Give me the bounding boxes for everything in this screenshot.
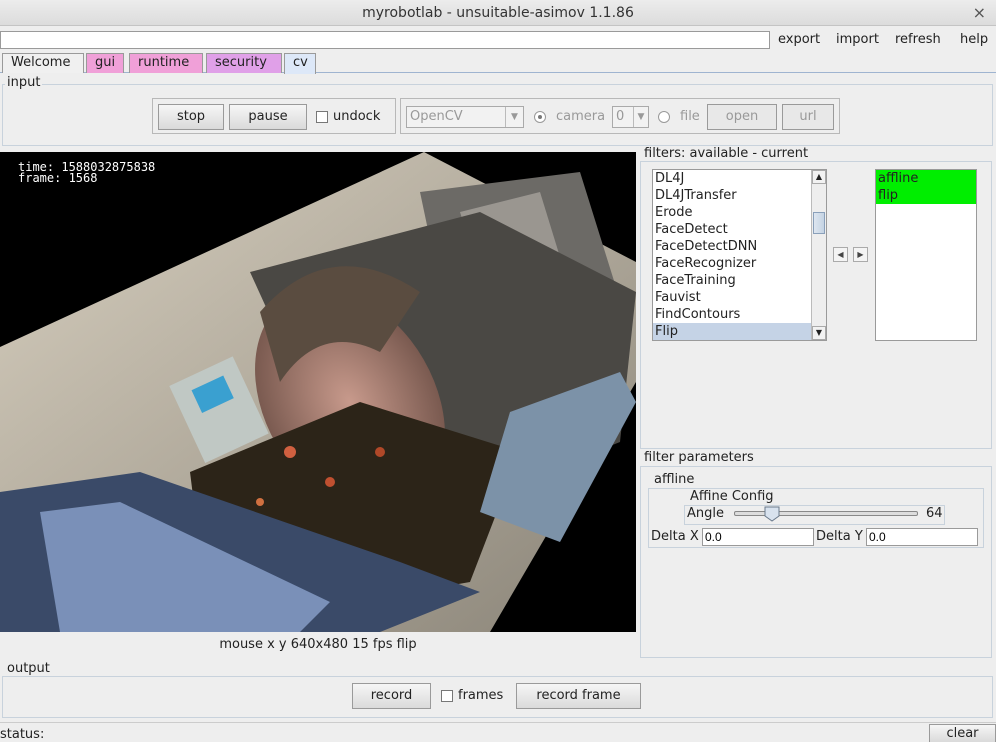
add-filter-icon[interactable]: ▶ — [853, 247, 868, 262]
menu-export[interactable]: export — [778, 32, 820, 47]
affline-title: affline — [652, 472, 697, 487]
clear-button[interactable]: clear — [929, 724, 996, 742]
tab-runtime[interactable]: runtime — [129, 53, 203, 73]
available-filters-list[interactable]: DL4J DL4JTransfer Erode FaceDetect FaceDetec… — [652, 169, 827, 341]
current-filters-list[interactable]: affline flip — [875, 169, 977, 341]
filter-item[interactable]: FaceRecognizer — [653, 255, 811, 272]
close-icon[interactable]: × — [973, 0, 986, 26]
filter-item[interactable]: Flip — [653, 323, 811, 340]
status-label: status: — [0, 727, 45, 742]
delta-x-field[interactable] — [702, 528, 814, 546]
record-button[interactable]: record — [352, 683, 431, 709]
open-button[interactable]: open — [707, 104, 777, 130]
record-frame-button[interactable]: record frame — [516, 683, 641, 709]
delta-y-label: Delta Y — [816, 529, 863, 544]
scroll-up-icon[interactable]: ▲ — [812, 170, 826, 184]
url-button[interactable]: url — [782, 104, 834, 130]
menu-bar: export import refresh help — [0, 30, 996, 52]
filter-item[interactable]: FindContours — [653, 306, 811, 323]
current-filter-item[interactable]: flip — [876, 187, 976, 204]
remove-filter-icon[interactable]: ◀ — [833, 247, 848, 262]
status-bar: status: clear — [0, 722, 996, 742]
angle-value: 64 — [926, 506, 943, 521]
tab-cv[interactable]: cv — [284, 53, 316, 74]
filter-item[interactable]: FaceDetectDNN — [653, 238, 811, 255]
filter-item[interactable]: DL4J — [653, 170, 811, 187]
output-title: output — [5, 661, 52, 676]
filter-item[interactable]: Erode — [653, 204, 811, 221]
menu-import[interactable]: import — [836, 32, 879, 47]
file-radio[interactable] — [658, 111, 670, 123]
camera-frame-image — [0, 152, 636, 632]
filter-item[interactable]: FaceDetect — [653, 221, 811, 238]
scroll-down-icon[interactable]: ▼ — [812, 326, 826, 340]
input-title: input — [5, 75, 43, 90]
tab-security[interactable]: security — [206, 53, 282, 73]
video-display[interactable]: time: 1588032875838 frame: 1568 — [0, 152, 636, 632]
stop-button[interactable]: stop — [158, 104, 224, 130]
tab-welcome[interactable]: Welcome — [2, 53, 84, 73]
chevron-down-icon: ▼ — [505, 107, 523, 127]
framegrabber-select[interactable]: OpenCV ▼ — [406, 106, 524, 128]
camera-index-select[interactable]: 0 ▼ — [612, 106, 649, 128]
angle-label: Angle — [687, 506, 724, 521]
frames-label: frames — [458, 688, 504, 703]
menu-refresh[interactable]: refresh — [895, 32, 941, 47]
menu-help[interactable]: help — [960, 32, 988, 47]
current-filter-item[interactable]: affline — [876, 170, 976, 187]
undock-label: undock — [333, 109, 381, 124]
affine-config-title: Affine Config — [688, 489, 776, 504]
video-status: mouse x y 640x480 15 fps flip — [219, 637, 417, 652]
camera-label: camera — [556, 109, 606, 124]
title-bar: myrobotlab - unsuitable-asimov 1.1.86 × — [0, 0, 996, 26]
pause-button[interactable]: pause — [229, 104, 307, 130]
angle-slider-thumb[interactable] — [764, 506, 780, 522]
tab-gui[interactable]: gui — [86, 53, 124, 73]
camera-index-value: 0 — [616, 109, 625, 124]
filter-parameters-title: filter parameters — [642, 450, 756, 465]
chevron-down-icon: ▼ — [633, 107, 648, 127]
filters-title: filters: available - current — [642, 146, 811, 161]
filters-scrollbar[interactable]: ▲ ▼ — [811, 170, 826, 340]
delta-x-label: Delta X — [651, 529, 699, 544]
filter-item[interactable]: DL4JTransfer — [653, 187, 811, 204]
file-label: file — [680, 109, 700, 124]
framegrabber-value: OpenCV — [410, 109, 463, 124]
filter-item[interactable]: FaceTraining — [653, 272, 811, 289]
tab-bar: Welcome gui runtime security cv — [0, 53, 996, 74]
undock-checkbox[interactable] — [316, 111, 328, 123]
command-input[interactable] — [0, 31, 770, 49]
angle-slider-track[interactable] — [734, 511, 918, 516]
frames-checkbox[interactable] — [441, 690, 453, 702]
window-title: myrobotlab - unsuitable-asimov 1.1.86 — [362, 5, 634, 21]
scroll-thumb[interactable] — [813, 212, 825, 234]
filter-item[interactable]: Fauvist — [653, 289, 811, 306]
camera-radio[interactable] — [534, 111, 546, 123]
frame-count-text: frame: 1568 — [18, 171, 98, 185]
delta-y-field[interactable] — [866, 528, 978, 546]
